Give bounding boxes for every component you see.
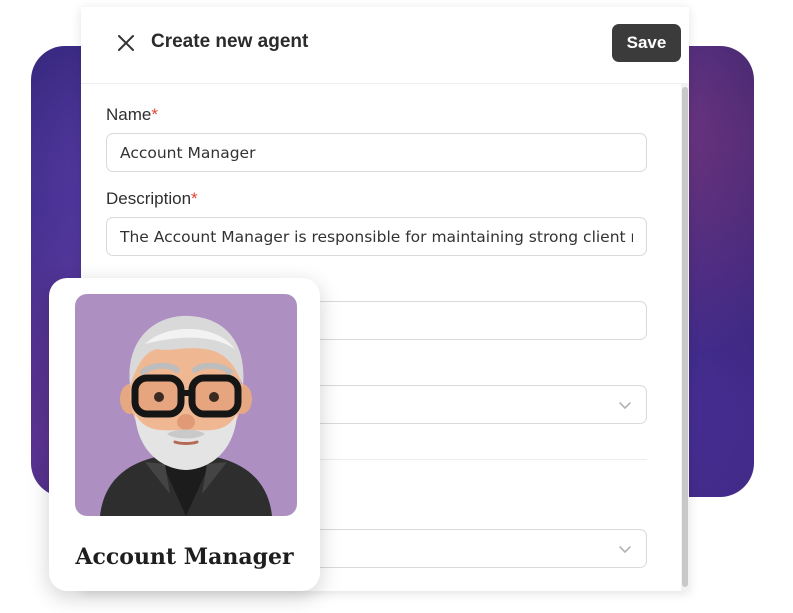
description-input[interactable] — [106, 217, 647, 256]
save-button[interactable]: Save — [612, 24, 681, 62]
name-label-text: Name — [106, 105, 152, 124]
close-icon[interactable] — [115, 32, 137, 54]
required-mark: * — [191, 189, 198, 208]
name-label: Name* — [106, 105, 158, 125]
description-label: Description* — [106, 189, 198, 209]
description-label-text: Description — [106, 189, 192, 208]
modal-title: Create new agent — [151, 31, 309, 52]
avatar — [75, 294, 297, 516]
required-mark: * — [151, 105, 158, 124]
chevron-down-icon — [619, 546, 631, 553]
scrollbar-thumb[interactable] — [682, 87, 688, 587]
agent-preview-card: Account Manager — [49, 278, 320, 591]
chevron-down-icon — [619, 402, 631, 409]
avatar-icon — [100, 315, 272, 516]
agent-card-name: Account Manager — [75, 544, 294, 570]
name-input[interactable] — [106, 133, 647, 172]
modal-header: Create new agent Save — [81, 7, 689, 84]
